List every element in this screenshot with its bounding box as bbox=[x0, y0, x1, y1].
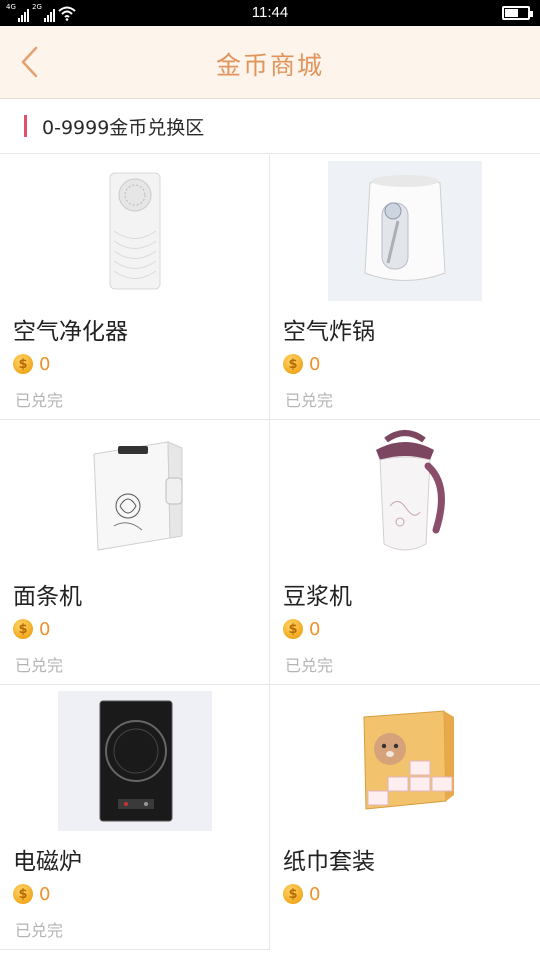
status-bar: 4G 2G 11:44 bbox=[0, 0, 540, 26]
stock-status: 已兑完 bbox=[15, 391, 64, 410]
stock-status: 已兑完 bbox=[285, 391, 334, 410]
price-value: 0 bbox=[309, 353, 321, 375]
battery-level bbox=[505, 9, 519, 17]
battery-icon bbox=[502, 6, 533, 20]
induction-cooker-image bbox=[58, 691, 212, 831]
section-label: 0-9999金币兑换区 bbox=[42, 117, 205, 139]
product-name: 豆浆机 bbox=[283, 584, 352, 610]
noodle-machine-image bbox=[58, 426, 212, 566]
product-name: 空气炸锅 bbox=[283, 319, 375, 345]
clock: 11:44 bbox=[251, 4, 289, 21]
product-name: 空气净化器 bbox=[13, 319, 128, 345]
product-card[interactable]: 电磁炉 $ 0 已兑完 bbox=[0, 685, 270, 950]
product-card[interactable]: 豆浆机 $ 0 已兑完 bbox=[270, 420, 540, 685]
section-marker bbox=[24, 115, 27, 137]
stock-status: 已兑完 bbox=[15, 656, 64, 675]
coin-icon: $ bbox=[13, 354, 33, 374]
product-card[interactable]: 纸巾套装 $ 0 bbox=[270, 685, 540, 950]
product-card[interactable]: 空气炸锅 $ 0 已兑完 bbox=[270, 155, 540, 420]
tissue-set-image bbox=[328, 691, 482, 831]
price-value: 0 bbox=[309, 618, 321, 640]
product-card[interactable]: 空气净化器 $ 0 已兑完 bbox=[0, 155, 270, 420]
coin-icon: $ bbox=[283, 884, 303, 904]
product-price: $ 0 bbox=[283, 352, 320, 376]
air-fryer-image bbox=[328, 161, 482, 301]
coin-icon: $ bbox=[283, 354, 303, 374]
price-value: 0 bbox=[39, 883, 51, 905]
price-value: 0 bbox=[39, 353, 51, 375]
product-name: 面条机 bbox=[13, 584, 82, 610]
product-price: $ 0 bbox=[13, 617, 50, 641]
stock-status: 已兑完 bbox=[15, 921, 64, 940]
section-header: 0-9999金币兑换区 bbox=[0, 100, 540, 154]
stock-status: 已兑完 bbox=[285, 656, 334, 675]
coin-icon: $ bbox=[13, 884, 33, 904]
page-title: 金币商城 bbox=[215, 51, 324, 80]
price-value: 0 bbox=[39, 618, 51, 640]
product-price: $ 0 bbox=[13, 352, 50, 376]
coin-icon: $ bbox=[283, 619, 303, 639]
coin-icon: $ bbox=[13, 619, 33, 639]
product-card[interactable]: 面条机 $ 0 已兑完 bbox=[0, 420, 270, 685]
app-header: 金币商城 bbox=[0, 26, 540, 99]
product-price: $ 0 bbox=[283, 882, 320, 906]
price-value: 0 bbox=[309, 883, 321, 905]
soymilk-maker-image bbox=[328, 426, 482, 566]
product-price: $ 0 bbox=[13, 882, 50, 906]
air-purifier-image bbox=[58, 161, 212, 301]
product-price: $ 0 bbox=[283, 617, 320, 641]
product-name: 电磁炉 bbox=[13, 849, 82, 875]
product-name: 纸巾套装 bbox=[283, 849, 375, 875]
